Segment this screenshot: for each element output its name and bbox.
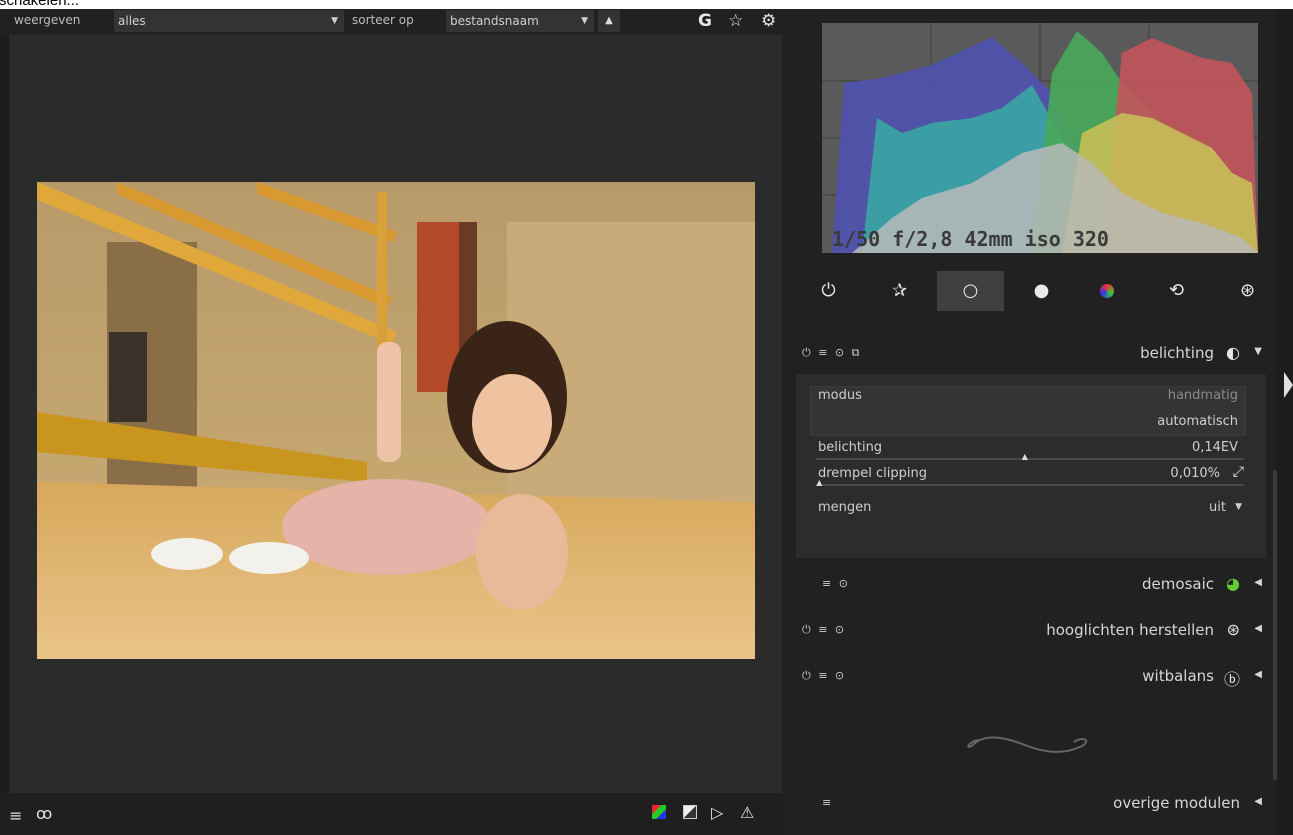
histogram-exif-info: 1/50 f/2,8 42mm iso 320: [832, 227, 1109, 251]
menu-icon[interactable]: ≡: [9, 806, 22, 825]
module-header-belichting[interactable]: ⏻ ≡ ⊙ ⧉ belichting ◐ ▼: [796, 338, 1270, 370]
exposure-label: belichting: [818, 440, 883, 455]
styles-icon[interactable]: ꝏ: [36, 804, 52, 823]
top-filter-bar: weergeven alles ▼ sorteer op bestandsnaa…: [0, 9, 782, 35]
module-name: hooglichten herstellen: [1046, 621, 1214, 639]
color-picker-icon[interactable]: ⤢: [1233, 464, 1244, 480]
grouping-button[interactable]: G: [698, 11, 712, 31]
basic-group-icon[interactable]: ○: [937, 271, 1004, 311]
photo-preview: [37, 182, 755, 659]
clipping-slider[interactable]: ▲: [816, 478, 1244, 487]
expand-icon[interactable]: ◀: [1254, 577, 1262, 588]
more-modules-label: overige modulen: [1113, 794, 1240, 812]
clipping-label: drempel clipping: [818, 466, 927, 481]
module-header-more[interactable]: ≡ overige modulen ◀: [796, 788, 1270, 820]
title-fragment-text: schakelen...: [0, 0, 80, 9]
expand-icon[interactable]: ◀: [1254, 669, 1262, 680]
module-controls[interactable]: ≡ ⊙: [822, 577, 850, 590]
highlights-icon: ⊛: [1226, 620, 1240, 639]
collapse-icon[interactable]: ▼: [1254, 346, 1262, 357]
panel-scrollbar[interactable]: [1273, 470, 1277, 780]
module-controls[interactable]: ⏻ ≡ ⊙: [802, 669, 846, 683]
view-dropdown[interactable]: alles ▼: [114, 10, 344, 32]
bottom-toolbar: ≡ ꝏ ▷ ⚠: [0, 793, 782, 835]
mode-option-manual[interactable]: handmatig: [1168, 388, 1238, 403]
sort-label: sorteer op: [352, 13, 414, 27]
mode-option-auto[interactable]: automatisch: [1157, 414, 1238, 429]
sort-dropdown-value: bestandsnaam: [450, 14, 539, 28]
histogram-graph: [822, 23, 1258, 253]
view-label: weergeven: [14, 13, 81, 27]
tone-group-icon[interactable]: ●: [1008, 271, 1075, 311]
whitebalance-icon: ⓑ: [1223, 670, 1240, 689]
module-header-whitebalance[interactable]: ⏻ ≡ ⊙ witbalans ⓑ ◀: [796, 661, 1270, 693]
blend-label: mengen: [818, 500, 872, 515]
view-dropdown-value: alles: [118, 14, 146, 28]
module-controls[interactable]: ⏻ ≡ ⊙ ⧉: [802, 346, 861, 360]
photo-image: [37, 182, 755, 659]
exposure-slider[interactable]: ▲: [816, 452, 1244, 461]
exposure-slider-marker[interactable]: ▲: [1022, 452, 1028, 461]
module-header-highlights[interactable]: ⏻ ≡ ⊙ hooglichten herstellen ⊛ ◀: [796, 615, 1270, 647]
chevron-down-icon[interactable]: ▼: [1235, 502, 1242, 512]
gamut-check-icon[interactable]: ▷: [711, 803, 723, 822]
softproof-icon[interactable]: [683, 805, 697, 819]
exposure-value: 0,14EV: [1191, 440, 1238, 455]
decorative-flourish: [962, 726, 1098, 762]
chevron-down-icon: ▼: [581, 16, 588, 26]
color-group-icon[interactable]: [1073, 271, 1140, 311]
chevron-down-icon: ▼: [331, 16, 338, 26]
correct-group-icon[interactable]: ⟲: [1143, 271, 1210, 311]
triangle-up-icon: ▲: [605, 15, 613, 26]
power-icon[interactable]: ⏻: [795, 271, 862, 311]
gear-icon[interactable]: ⚙: [761, 11, 776, 31]
blend-value[interactable]: uit: [1209, 500, 1226, 515]
sort-dropdown[interactable]: bestandsnaam ▼: [446, 10, 594, 32]
expand-icon[interactable]: ◀: [1254, 623, 1262, 634]
sort-direction-button[interactable]: ▲: [598, 10, 620, 32]
collapse-panel-arrow-icon[interactable]: [1284, 372, 1293, 398]
module-body-belichting: modus handmatig automatisch belichting 0…: [796, 374, 1266, 558]
clipping-value: 0,010%: [1170, 466, 1220, 481]
clipping-slider-marker[interactable]: ▲: [816, 478, 822, 487]
expand-icon[interactable]: ◀: [1254, 796, 1262, 807]
warning-icon[interactable]: ⚠: [740, 803, 754, 822]
favorites-icon[interactable]: ✰: [866, 271, 933, 311]
module-controls[interactable]: ⏻ ≡ ⊙: [802, 623, 846, 637]
effect-group-icon[interactable]: ⊛: [1214, 271, 1281, 311]
menu-icon[interactable]: ≡: [822, 796, 833, 809]
module-name: belichting: [1140, 344, 1214, 362]
module-name: witbalans: [1142, 667, 1214, 685]
exposure-icon: ◐: [1226, 343, 1240, 362]
star-icon[interactable]: ☆: [728, 11, 743, 31]
module-name: demosaic: [1142, 575, 1214, 593]
color-assessment-icon[interactable]: [652, 805, 666, 819]
mode-label: modus: [818, 388, 862, 403]
module-header-demosaic[interactable]: ≡ ⊙ demosaic ◕ ◀: [796, 569, 1270, 601]
demosaic-icon: ◕: [1226, 574, 1240, 593]
title-fragment: schakelen...: [0, 0, 1293, 9]
histogram[interactable]: 1/50 f/2,8 42mm iso 320: [822, 23, 1258, 253]
